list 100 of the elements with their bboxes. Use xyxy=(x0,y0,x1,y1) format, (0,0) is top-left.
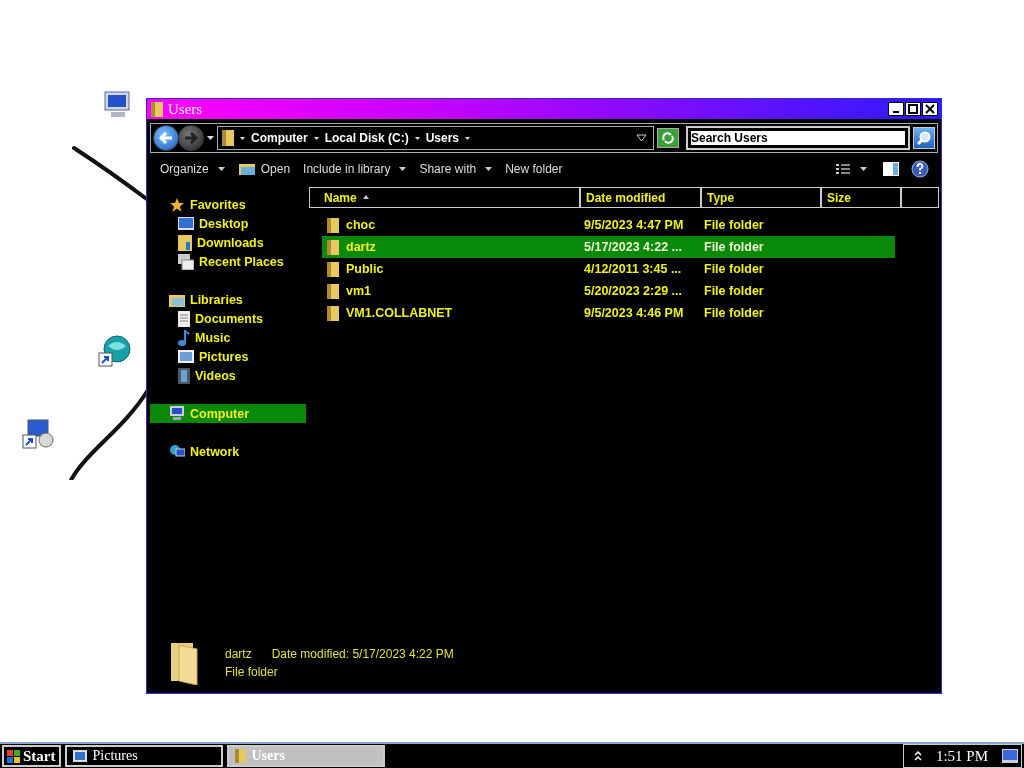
column-header[interactable] xyxy=(901,187,939,208)
show-desktop-icon[interactable] xyxy=(1002,749,1018,763)
search-button[interactable] xyxy=(913,127,935,149)
caret-icon[interactable] xyxy=(414,136,420,140)
start-button[interactable]: Start xyxy=(2,745,61,767)
maximize-icon xyxy=(908,104,918,114)
window-title: Users xyxy=(168,100,204,118)
show-hidden-icons-icon[interactable] xyxy=(913,751,922,761)
toolbar-button[interactable]: Share with xyxy=(416,160,499,178)
date-cell-text: 9/5/2023 4:46 PM xyxy=(584,306,685,320)
search-field[interactable]: Search Users xyxy=(686,126,910,150)
computer-icon[interactable] xyxy=(101,90,133,120)
nav-item[interactable]: Libraries xyxy=(147,290,306,309)
folder-icon xyxy=(234,749,246,763)
toolbar-button[interactable]: Include in library xyxy=(300,160,413,178)
date-cell-text: 4/12/2011 3:45 ... xyxy=(584,262,683,276)
desktop-icon xyxy=(178,216,194,231)
folder-icon xyxy=(327,261,339,277)
file-row[interactable]: dartz 5/17/2023 4:22 ... File folder xyxy=(322,236,895,258)
caret-icon[interactable] xyxy=(240,136,245,140)
date-cell-text: 5/17/2023 4:22 ... xyxy=(584,240,683,254)
back-button[interactable] xyxy=(153,125,179,151)
windows-logo-icon xyxy=(7,749,20,763)
minimize-button[interactable] xyxy=(888,102,904,116)
column-header[interactable]: Date modified xyxy=(580,187,701,208)
folder-icon xyxy=(169,641,199,685)
detail-name: dartz xyxy=(225,647,252,661)
maximize-button[interactable] xyxy=(905,102,921,116)
folder-icon xyxy=(151,101,163,117)
folder-icon xyxy=(178,234,192,251)
breadcrumb-item[interactable]: Computer xyxy=(251,131,308,145)
picture-icon xyxy=(72,750,87,762)
file-row[interactable]: VM1.COLLABNET 9/5/2023 4:46 PM File folder xyxy=(322,302,895,324)
file-name: choc xyxy=(346,218,376,232)
detail-type: File folder xyxy=(225,665,279,679)
refresh-icon xyxy=(661,131,675,145)
nav-item[interactable]: Pictures xyxy=(147,347,306,366)
network-icon xyxy=(169,444,185,459)
caret-icon[interactable] xyxy=(207,136,214,140)
recent-places-icon xyxy=(178,253,194,270)
nav-item[interactable]: Recent Places xyxy=(147,252,306,271)
type-cell: File folder xyxy=(704,262,764,276)
file-row[interactable]: vm1 5/20/2023 2:29 ... File folder xyxy=(322,280,895,302)
toolbar-button[interactable]: Organize xyxy=(157,160,231,178)
type-cell: File folder xyxy=(704,240,764,254)
taskbar-button[interactable]: Pictures xyxy=(64,745,223,767)
column-header[interactable]: Size xyxy=(821,187,901,208)
column-header[interactable]: Name xyxy=(309,187,580,208)
breadcrumb-item[interactable]: Local Disk (C:) xyxy=(324,131,409,145)
nav-item[interactable]: Network xyxy=(147,442,306,461)
toolbar-button[interactable]: New folder xyxy=(502,160,569,178)
breadcrumb-item[interactable]: Users xyxy=(425,131,460,145)
globe-shortcut-icon[interactable] xyxy=(98,334,132,368)
column-header[interactable]: Type xyxy=(701,187,821,208)
nav-item[interactable]: Music xyxy=(147,328,306,347)
address-bar[interactable]: Computer Local Disk (C:) Users xyxy=(217,126,654,150)
file-name: vm1 xyxy=(346,284,372,298)
caret-icon xyxy=(217,167,225,171)
caret-icon xyxy=(485,167,493,171)
refresh-button[interactable] xyxy=(657,128,679,148)
forward-button[interactable] xyxy=(178,125,204,151)
star-icon xyxy=(169,196,185,213)
folder-icon xyxy=(327,217,339,233)
pane-icon xyxy=(883,162,899,176)
toolbar-button[interactable]: Open xyxy=(234,160,297,178)
arrow-left-icon xyxy=(158,131,174,145)
date-cell-text: 5/20/2023 2:29 ... xyxy=(584,284,683,298)
nav-item[interactable]: Videos xyxy=(147,366,306,385)
dropdown-icon[interactable] xyxy=(636,134,647,142)
picture-icon xyxy=(178,350,194,363)
file-name: VM1.COLLABNET xyxy=(346,306,453,320)
film-icon xyxy=(178,367,190,384)
date-cell-text: 9/5/2023 4:47 PM xyxy=(584,218,685,232)
open-icon xyxy=(237,162,256,176)
nav-item[interactable]: Downloads xyxy=(147,233,306,252)
file-row[interactable]: choc 9/5/2023 4:47 PM File folder xyxy=(322,214,895,236)
nav-item[interactable]: Documents xyxy=(147,309,306,328)
library-icon xyxy=(169,292,185,307)
network-shortcut-icon[interactable] xyxy=(22,418,56,450)
nav-item[interactable]: Desktop xyxy=(147,214,306,233)
close-button[interactable] xyxy=(922,102,938,116)
computer-icon xyxy=(169,406,185,421)
music-note-icon xyxy=(178,329,190,346)
folder-icon xyxy=(327,305,339,321)
caret-icon[interactable] xyxy=(313,136,319,140)
folder-icon xyxy=(222,130,234,146)
list-view-icon xyxy=(836,163,850,175)
caret-icon[interactable] xyxy=(860,167,867,171)
file-row[interactable]: Public 4/12/2011 3:45 ... File folder xyxy=(322,258,895,280)
nav-item[interactable]: Computer xyxy=(150,404,306,423)
close-icon xyxy=(925,104,935,114)
nav-item[interactable]: Favorites xyxy=(147,195,306,214)
sort-arrow-icon xyxy=(362,194,369,199)
folder-icon xyxy=(327,283,339,299)
type-cell: File folder xyxy=(704,284,764,298)
help-icon xyxy=(911,160,929,178)
caret-icon[interactable] xyxy=(465,136,471,140)
type-cell: File folder xyxy=(704,218,764,232)
document-icon xyxy=(178,310,190,327)
file-name: dartz xyxy=(346,240,376,254)
